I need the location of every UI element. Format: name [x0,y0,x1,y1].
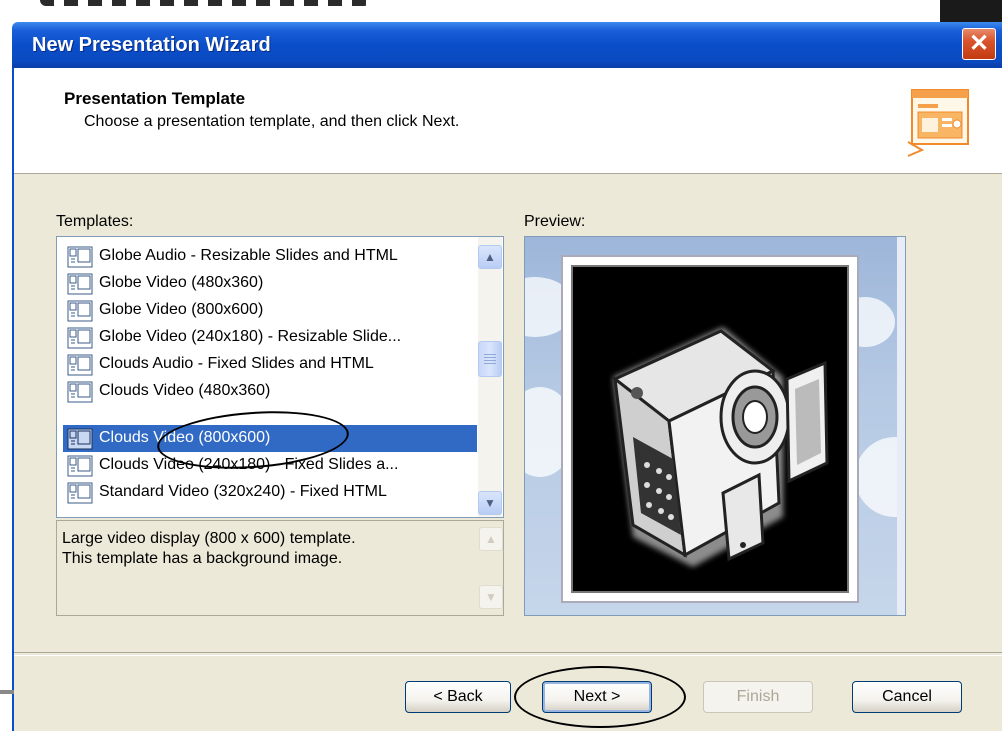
background-edge [0,690,14,694]
template-icon [67,246,93,268]
list-item-label: Clouds Video (480x360) [99,382,271,399]
template-preview [524,236,906,616]
close-button[interactable]: ✕ [962,28,996,60]
template-icon [67,354,93,376]
background-window-edge [940,0,1002,22]
preview-edge [897,237,905,615]
preview-label: Preview: [524,213,586,230]
header-subtitle: Choose a presentation template, and then… [84,113,460,130]
scroll-up-button[interactable]: ▲ [478,245,502,269]
scroll-thumb[interactable] [478,341,502,377]
next-button[interactable]: Next > [542,681,652,713]
preview-frame [561,255,859,603]
list-item[interactable]: Globe Audio - Resizable Slides and HTML [63,243,477,270]
grip-icon [484,354,496,364]
description-line: This template has a background image. [62,550,343,567]
chevron-down-icon: ▼ [484,496,496,510]
template-icon [67,300,93,322]
window-title: New Presentation Wizard [32,34,271,56]
list-item[interactable]: Clouds Video (240x180) - Fixed Slides a.… [63,452,477,479]
templates-scrollbar[interactable]: ▲ ▼ [478,237,502,517]
video-camera-icon [612,327,829,567]
description-scrollbar: ▲ ▼ [479,523,503,613]
list-item[interactable]: Clouds Audio - Fixed Slides and HTML [63,351,477,378]
header-title: Presentation Template [64,89,246,108]
background-text-fragment [40,0,370,6]
separator [14,652,1002,656]
template-icon [67,327,93,349]
list-item-label: Standard Video (320x240) - Fixed HTML [99,483,387,500]
template-icon [67,455,93,477]
cancel-button[interactable]: Cancel [852,681,962,713]
background-strip [0,0,1002,24]
template-icon [67,273,93,295]
description-line: Large video display (800 x 600) template… [62,530,356,547]
templates-listbox[interactable]: Globe Audio - Resizable Slides and HTML … [56,236,504,518]
list-item[interactable]: Globe Video (800x600) [63,297,477,324]
list-item[interactable]: Globe Video (480x360) [63,270,477,297]
presentation-icon [907,89,969,157]
list-item[interactable]: Standard Video (320x240) - Fixed HTML [63,479,477,506]
templates-label: Templates: [56,213,134,230]
chevron-up-icon: ▲ [484,250,496,264]
scroll-down-button-disabled: ▼ [479,585,503,609]
list-item-label: Clouds Video (800x600) [99,429,271,446]
back-button[interactable]: < Back [405,681,511,713]
list-item-label: Clouds Video (240x180) - Fixed Slides a.… [99,456,399,473]
list-item-label: Globe Video (800x600) [99,301,264,318]
list-item[interactable]: Globe Video (240x180) - Resizable Slide.… [63,324,477,351]
close-icon: ✕ [968,30,990,57]
scroll-up-button-disabled: ▲ [479,527,503,551]
preview-screen [571,265,849,593]
chevron-down-icon: ▼ [485,590,497,604]
template-icon [67,482,93,504]
template-icon [67,428,93,450]
finish-button[interactable]: Finish [703,681,813,713]
template-icon [67,381,93,403]
scroll-down-button[interactable]: ▼ [478,491,502,515]
list-item-label: Clouds Audio - Fixed Slides and HTML [99,355,374,372]
list-item[interactable]: Clouds Video (480x360) [63,378,477,405]
list-item-label: Globe Video (240x180) - Resizable Slide.… [99,328,402,345]
list-item-label: Globe Video (480x360) [99,274,264,291]
list-item-label: Globe Audio - Resizable Slides and HTML [99,247,398,264]
list-item-selected[interactable]: Clouds Video (800x600) [63,425,477,452]
chevron-up-icon: ▲ [485,532,497,546]
